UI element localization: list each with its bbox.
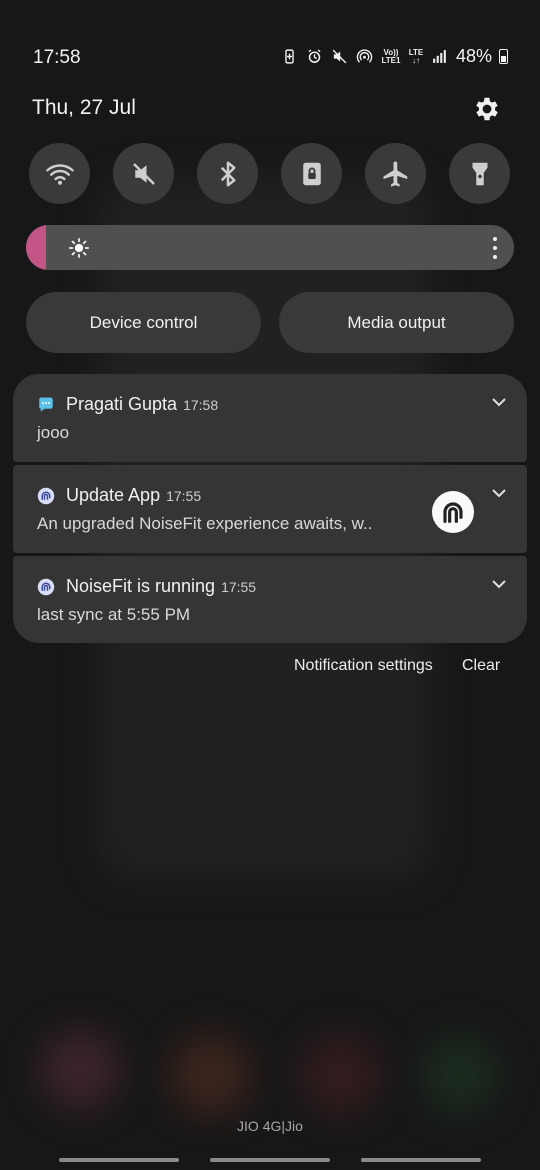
notification-settings-button[interactable]: Notification settings <box>294 657 433 675</box>
rotation-lock-toggle[interactable] <box>281 143 342 204</box>
carrier-label: JIO 4G|Jio <box>237 1118 303 1134</box>
chevron-down-icon[interactable] <box>491 578 507 590</box>
mute-icon <box>331 47 349 67</box>
battery-icon <box>499 49 508 64</box>
notification-card[interactable]: Pragati Gupta 17:58 jooo <box>13 374 527 462</box>
nav-bar-back[interactable] <box>361 1158 481 1162</box>
notification-list: Pragati Gupta 17:58 jooo Update App 17:55 … <box>13 374 527 646</box>
battery-percent: 48% <box>455 46 492 66</box>
flashlight-toggle[interactable] <box>449 143 510 204</box>
device-control-button[interactable]: Device control <box>26 292 261 353</box>
alarm-icon <box>306 47 324 67</box>
bluetooth-icon <box>220 161 235 186</box>
airplane-toggle[interactable] <box>365 143 426 204</box>
chevron-down-icon[interactable] <box>491 487 507 499</box>
noisefit-logo-icon <box>432 491 474 533</box>
notification-time: 17:58 <box>183 397 219 413</box>
notification-card[interactable]: Update App 17:55 An upgraded NoiseFit exp… <box>13 465 527 553</box>
volte-icon: Vo)) LTE1 <box>381 47 401 65</box>
noisefit-icon <box>37 487 55 505</box>
quick-toggles <box>29 143 510 204</box>
notification-app: Update App <box>66 485 161 505</box>
brightness-slider[interactable] <box>26 225 514 270</box>
brightness-more-icon[interactable] <box>492 237 498 259</box>
notification-app: Pragati Gupta <box>66 394 178 414</box>
nav-bar-home[interactable] <box>210 1158 330 1162</box>
notification-app: NoiseFit is running <box>66 576 216 596</box>
airplane-icon <box>383 161 407 186</box>
notification-shade: 17:58 Vo)) LTE1 LTE ↓↑ 48% Thu, 27 Jul D… <box>0 0 540 1170</box>
hotspot-icon <box>356 47 374 67</box>
notification-text: An upgraded NoiseFit experience awaits, … <box>37 514 373 533</box>
background-app-blur <box>420 1035 500 1115</box>
notification-text: jooo <box>37 423 70 442</box>
notification-time: 17:55 <box>221 579 257 595</box>
media-output-button[interactable]: Media output <box>279 292 514 353</box>
wifi-toggle[interactable] <box>29 143 90 204</box>
brightness-fill <box>26 225 46 270</box>
chevron-down-icon[interactable] <box>491 396 507 408</box>
settings-gear-icon[interactable] <box>472 94 502 124</box>
bluetooth-toggle[interactable] <box>197 143 258 204</box>
signal-icon <box>431 47 449 67</box>
notification-time: 17:55 <box>166 488 202 504</box>
status-clock: 17:58 <box>33 47 81 68</box>
mute-icon <box>132 162 155 185</box>
message-icon <box>39 397 53 412</box>
status-icons: Vo)) LTE1 LTE ↓↑ 48% <box>281 46 508 67</box>
lte-icon: LTE ↓↑ <box>408 47 424 65</box>
wifi-icon <box>45 163 74 185</box>
background-app-blur <box>170 1035 250 1115</box>
battery-saver-icon <box>281 47 299 67</box>
flashlight-icon <box>472 162 487 185</box>
background-app-blur <box>40 1030 120 1110</box>
notification-card[interactable]: NoiseFit is running 17:55 last sync at 5:… <box>13 556 527 643</box>
background-app-blur <box>300 1035 380 1115</box>
status-bar: 17:58 Vo)) LTE1 LTE ↓↑ 48% <box>0 40 540 76</box>
sound-toggle[interactable] <box>113 143 174 204</box>
date-label: Thu, 27 Jul <box>32 96 136 119</box>
notification-text: last sync at 5:55 PM <box>37 605 191 624</box>
sun-icon <box>69 238 89 258</box>
clear-button[interactable]: Clear <box>462 657 500 675</box>
noisefit-icon <box>37 578 55 596</box>
lock-icon <box>302 162 321 185</box>
nav-bar-recents[interactable] <box>59 1158 179 1162</box>
